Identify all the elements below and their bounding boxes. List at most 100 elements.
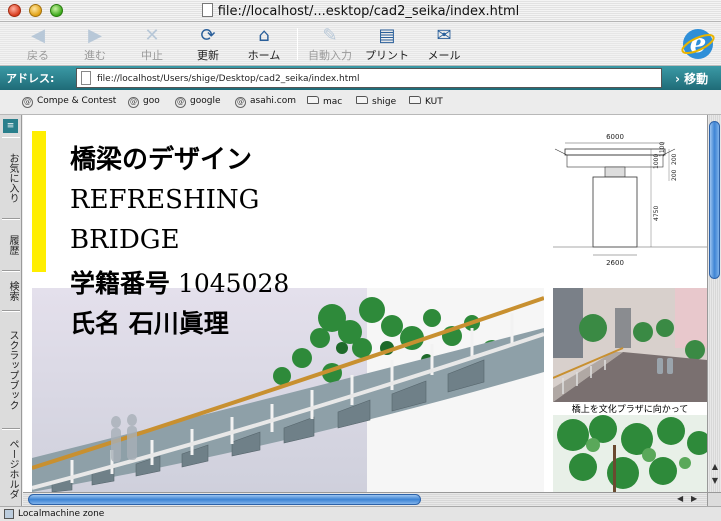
mail-button[interactable]: ✉ メール: [420, 25, 468, 63]
page-content: 橋梁のデザイン REFRESHING BRIDGE 学籍番号 1045028 氏…: [23, 115, 707, 492]
dim-pier-width: 2600: [606, 259, 624, 267]
svg-text:e: e: [690, 29, 707, 59]
favorites-bar: @ Compe & Contest @ goo @ google @ asahi.com…: [0, 90, 721, 115]
address-input[interactable]: [97, 71, 657, 86]
dim-width-top: 6000: [606, 133, 624, 141]
bridge-section-drawing: 6000 2600 1000 1100 200 200 4750: [553, 125, 707, 273]
tab-page-holder[interactable]: ページホルダ: [2, 429, 20, 508]
dim-pier-height: 4750: [653, 206, 660, 221]
favorite-item[interactable]: @ google: [175, 96, 220, 108]
address-field[interactable]: [76, 68, 662, 88]
favorite-label: goo: [143, 96, 160, 106]
favorite-item[interactable]: @ asahi.com: [235, 96, 296, 108]
tab-search[interactable]: 検索: [2, 271, 20, 311]
accent-bar: [32, 131, 46, 272]
vertical-scroll-thumb[interactable]: [709, 121, 720, 279]
page-icon: [81, 71, 91, 85]
favorite-label: Compe & Contest: [37, 96, 117, 106]
favorite-label: asahi.com: [250, 96, 297, 106]
back-button[interactable]: ◀ 戻る: [14, 25, 62, 63]
mail-envelope-icon: ✉: [436, 25, 452, 46]
home-icon: ⌂: [258, 25, 270, 46]
at-icon: @: [22, 97, 33, 108]
address-bar: アドレス: › 移動: [0, 66, 721, 90]
toolbar: ◀ 戻る ▶ 進む ✕ 中止 ⟳ 更新 ⌂ ホーム ✎ 自動入力 ▤ プリント …: [0, 22, 721, 66]
title-bar: file://localhost/...esktop/cad2_seika/in…: [0, 0, 721, 22]
dim-right-4: 200: [671, 169, 678, 181]
stop-x-icon: ✕: [144, 25, 160, 46]
folder-icon: [307, 96, 319, 104]
scroll-up-arrow-icon[interactable]: ▲: [710, 462, 720, 471]
window-title-text: file://localhost/...esktop/cad2_seika/in…: [217, 4, 520, 19]
student-name-line: 氏名 石川眞理: [70, 304, 229, 340]
student-name: 石川眞理: [128, 309, 229, 338]
photo-caption: 橋上を文化プラザに向かって: [571, 405, 689, 415]
sidebar-toggle-icon[interactable]: ≡: [3, 119, 18, 133]
at-icon: @: [175, 97, 186, 108]
stop-label: 中止: [141, 49, 163, 62]
browser-window: file://localhost/...esktop/cad2_seika/in…: [0, 0, 721, 521]
refresh-label: 更新: [197, 49, 219, 62]
autofill-pen-icon: ✎: [322, 25, 338, 46]
scroll-left-arrow-icon[interactable]: ◀: [677, 494, 683, 503]
favorite-item[interactable]: @ Compe & Contest: [22, 96, 116, 108]
autofill-button[interactable]: ✎ 自動入力: [306, 25, 354, 63]
address-label: アドレス:: [6, 72, 55, 85]
back-arrow-icon: ◀: [31, 25, 45, 46]
refresh-icon: ⟳: [200, 25, 216, 46]
tab-scrapbook[interactable]: スクラップブック: [2, 311, 20, 429]
vertical-scrollbar[interactable]: ▲ ▼: [707, 115, 721, 492]
explorer-side-tabs: ≡ お気に入り 履歴 検索 スクラップブック ページホルダ: [0, 115, 22, 508]
home-button[interactable]: ⌂ ホーム: [240, 25, 288, 63]
folder-icon: [356, 96, 368, 104]
dim-right-2: 1100: [659, 142, 666, 157]
bridge-deck-photo: [553, 288, 707, 402]
status-bar: Localmachine zone: [0, 506, 721, 521]
stop-button[interactable]: ✕ 中止: [128, 25, 176, 63]
horizontal-scroll-thumb[interactable]: [28, 494, 421, 505]
at-icon: @: [128, 97, 139, 108]
favorite-label: mac: [323, 97, 343, 107]
favorite-item[interactable]: @ goo: [128, 96, 160, 108]
favorite-label: KUT: [425, 97, 443, 107]
status-text: Localmachine zone: [18, 509, 105, 519]
document-icon: [201, 3, 213, 17]
forward-button[interactable]: ▶ 進む: [71, 25, 119, 63]
student-number-line: 学籍番号 1045028: [70, 264, 289, 300]
trees-photo: [553, 415, 707, 492]
favorite-label: shige: [372, 97, 397, 107]
zone-icon: [4, 509, 14, 519]
tab-history[interactable]: 履歴: [2, 219, 20, 271]
favorite-folder[interactable]: shige: [356, 96, 396, 107]
go-button[interactable]: › 移動: [675, 70, 708, 87]
favorite-folder[interactable]: mac: [307, 96, 342, 107]
forward-label: 進む: [84, 49, 106, 62]
at-icon: @: [235, 97, 246, 108]
internet-explorer-logo-icon[interactable]: e: [680, 26, 716, 62]
window-title: file://localhost/...esktop/cad2_seika/in…: [0, 3, 721, 19]
student-number: 1045028: [177, 269, 290, 298]
printer-icon: ▤: [378, 25, 396, 46]
toolbar-separator: [297, 28, 298, 60]
favorite-label: google: [190, 96, 221, 106]
horizontal-scrollbar[interactable]: ◀ ▶: [23, 492, 707, 506]
page-title: 橋梁のデザイン: [70, 145, 253, 175]
tab-favorites[interactable]: お気に入り: [2, 137, 20, 219]
subtitle-refreshing: REFRESHING: [70, 185, 260, 215]
home-label: ホーム: [247, 49, 281, 62]
folder-icon: [409, 96, 421, 104]
refresh-button[interactable]: ⟳ 更新: [184, 25, 232, 63]
back-label: 戻る: [27, 49, 49, 62]
favorite-folder[interactable]: KUT: [409, 96, 443, 107]
resize-corner[interactable]: [707, 492, 721, 506]
go-label: 移動: [684, 72, 709, 86]
print-button[interactable]: ▤ プリント: [363, 25, 411, 63]
scroll-right-arrow-icon[interactable]: ▶: [691, 494, 697, 503]
print-label: プリント: [365, 49, 409, 62]
scroll-down-arrow-icon[interactable]: ▼: [710, 476, 720, 485]
name-label: 氏名: [70, 309, 121, 338]
mail-label: メール: [427, 49, 461, 62]
forward-arrow-icon: ▶: [88, 25, 102, 46]
subtitle-bridge: BRIDGE: [70, 225, 180, 255]
autofill-label: 自動入力: [308, 49, 352, 62]
